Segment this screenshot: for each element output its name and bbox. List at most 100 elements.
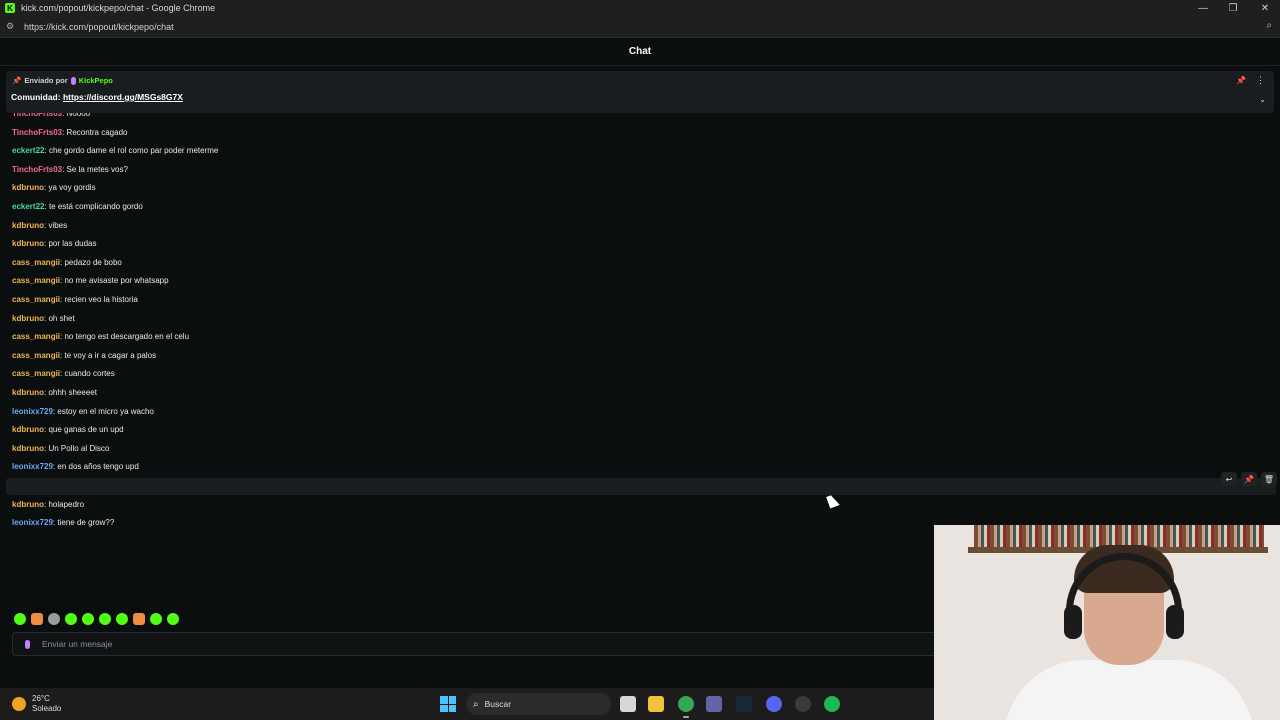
chat-message[interactable]: cass_mangii: no me avisaste por whatsapp — [12, 276, 169, 286]
message-text: Un Pollo al Disco — [48, 443, 110, 453]
chat-message[interactable]: cass_mangii: recien veo la historia — [12, 295, 138, 305]
url-text[interactable]: https://kick.com/popout/kickpepo/chat — [24, 22, 174, 32]
weather-widget[interactable]: 26°C Soleado — [12, 694, 61, 714]
message-username[interactable]: kdbruno — [12, 239, 44, 248]
message-username[interactable]: leonixx729 — [12, 407, 53, 416]
message-username[interactable]: leonixx729 — [12, 462, 53, 471]
chrome-icon[interactable] — [678, 696, 694, 718]
hovered-message-highlight — [6, 478, 1276, 495]
chat-message[interactable]: TinchoFrts03: Noooo — [12, 113, 90, 119]
chat-message[interactable]: leonixx729: tiene de grow?? — [12, 518, 114, 528]
message-username[interactable]: cass_mangii — [12, 258, 60, 267]
emote-icon[interactable] — [150, 613, 162, 625]
message-username[interactable]: kdbruno — [12, 221, 44, 230]
task-view-icon[interactable] — [620, 696, 636, 712]
chat-message[interactable]: leonixx729: estoy en el micro ya wacho — [12, 407, 154, 417]
message-username[interactable]: eckert22 — [12, 146, 44, 155]
message-text: holapedro — [48, 499, 85, 509]
chat-message[interactable]: kdbruno: que ganas de un upd — [12, 425, 124, 435]
webcam-overlay — [934, 525, 1280, 720]
emote-icon[interactable] — [48, 613, 60, 625]
pinned-meta: 📌 Enviado por KickPepo — [12, 76, 113, 85]
pinned-message[interactable]: 📌 Enviado por KickPepo Comunidad: https:… — [6, 71, 1274, 113]
message-username[interactable]: cass_mangii — [12, 295, 60, 304]
message-text: estoy en el micro ya wacho — [57, 406, 154, 416]
message-username[interactable]: kdbruno — [12, 314, 44, 323]
emote-icon[interactable] — [82, 613, 94, 625]
spotify-icon[interactable] — [824, 696, 840, 712]
emote-icon[interactable] — [31, 613, 43, 625]
chat-message[interactable]: leonixx729: en dos años tengo upd — [12, 462, 139, 472]
message-username[interactable]: kdbruno — [12, 183, 44, 192]
chat-message[interactable]: TinchoFrts03: Se la metes vos? — [12, 165, 128, 175]
message-input[interactable] — [42, 639, 842, 649]
message-text: Recontra cagado — [66, 127, 128, 137]
message-text: pedazo de bobo — [64, 257, 122, 267]
pinned-author[interactable]: KickPepo — [79, 76, 113, 85]
site-info-icon[interactable]: ⚙ — [6, 21, 20, 32]
chat-message[interactable]: cass_mangii: te voy a ir a cagar a palos — [12, 351, 156, 361]
chat-message[interactable]: cass_mangii: cuando cortes — [12, 369, 115, 379]
chat-message[interactable]: kdbruno: vibes — [12, 221, 67, 231]
bookshelf-books — [974, 525, 1264, 547]
message-username[interactable]: TinchoFrts03 — [12, 113, 62, 118]
unpin-icon[interactable]: 📌 — [1236, 76, 1246, 85]
chat-message[interactable]: kdbruno: ohhh sheeeet — [12, 388, 97, 398]
chat-message[interactable]: cass_mangii: no tengo est descargado en … — [12, 332, 189, 342]
sun-icon — [12, 697, 26, 711]
pin-small-icon: 📌 — [12, 76, 22, 85]
teams-icon[interactable] — [706, 696, 722, 712]
emote-icon[interactable] — [99, 613, 111, 625]
message-username[interactable]: kdbruno — [12, 425, 44, 434]
chat-input-box[interactable] — [12, 632, 952, 656]
chat-message[interactable]: kdbruno: ya voy gordis — [12, 183, 96, 193]
message-text: por las dudas — [48, 239, 97, 249]
emote-icon[interactable] — [116, 613, 128, 625]
delete-icon[interactable]: 🗑 — [1261, 472, 1277, 486]
emote-icon[interactable] — [14, 613, 26, 625]
message-username[interactable]: kdbruno — [12, 444, 44, 453]
windows-start-icon[interactable] — [440, 696, 456, 712]
chat-message[interactable]: kdbruno: oh shet — [12, 314, 75, 324]
message-username[interactable]: cass_mangii — [12, 332, 60, 341]
message-username[interactable]: TinchoFrts03 — [12, 165, 62, 174]
taskbar-search[interactable]: ⌕ Buscar — [466, 693, 611, 715]
message-username[interactable]: kdbruno — [12, 500, 44, 509]
chat-message[interactable]: eckert22: te está complicando gordo — [12, 202, 143, 212]
message-text: che gordo dame el rol como par poder met… — [48, 146, 219, 156]
close-button[interactable]: ✕ — [1250, 0, 1280, 16]
search-icon: ⌕ — [473, 698, 479, 710]
more-options-icon[interactable]: ⋮ — [1256, 75, 1265, 86]
chat-title: Chat — [628, 46, 652, 57]
app-icon[interactable] — [795, 696, 811, 712]
minimize-button[interactable]: — — [1188, 0, 1218, 16]
chat-message[interactable]: eckert22: che gordo dame el rol como par… — [12, 146, 218, 156]
chat-message[interactable]: TinchoFrts03: Recontra cagado — [12, 128, 127, 138]
zoom-icon[interactable]: ⌕ — [1266, 20, 1272, 31]
steam-icon[interactable] — [736, 696, 752, 712]
chevron-down-icon[interactable]: ⌄ — [1259, 95, 1266, 104]
message-text: no me avisaste por whatsapp — [64, 276, 169, 286]
chat-message[interactable]: kdbruno: holapedro — [12, 500, 84, 510]
chat-message[interactable]: cass_mangii: pedazo de bobo — [12, 258, 122, 268]
message-username[interactable]: cass_mangii — [12, 369, 60, 378]
discord-link[interactable]: https://discord.gg/MSGs8G7X — [63, 92, 183, 102]
message-username[interactable]: eckert22 — [12, 202, 44, 211]
message-username[interactable]: cass_mangii — [12, 276, 60, 285]
pin-icon[interactable]: 📌 — [1241, 472, 1257, 486]
emote-icon[interactable] — [65, 613, 77, 625]
message-username[interactable]: leonixx729 — [12, 518, 53, 527]
chat-messages[interactable]: TinchoFrts03: Noooo TinchoFrts03: Recontr… — [0, 113, 1280, 533]
chat-message[interactable]: kdbruno: por las dudas — [12, 239, 96, 249]
message-username[interactable]: cass_mangii — [12, 351, 60, 360]
address-bar: ⚙ https://kick.com/popout/kickpepo/chat … — [0, 16, 1280, 38]
emote-icon[interactable] — [133, 613, 145, 625]
emote-icon[interactable] — [167, 613, 179, 625]
chat-message[interactable]: kdbruno: Un Pollo al Disco — [12, 444, 109, 454]
discord-icon[interactable] — [766, 696, 782, 712]
message-username[interactable]: kdbruno — [12, 388, 44, 397]
reply-icon[interactable]: ↩ — [1221, 472, 1237, 486]
restore-button[interactable]: ❐ — [1218, 0, 1248, 16]
file-explorer-icon[interactable] — [648, 696, 664, 712]
message-username[interactable]: TinchoFrts03 — [12, 128, 62, 137]
